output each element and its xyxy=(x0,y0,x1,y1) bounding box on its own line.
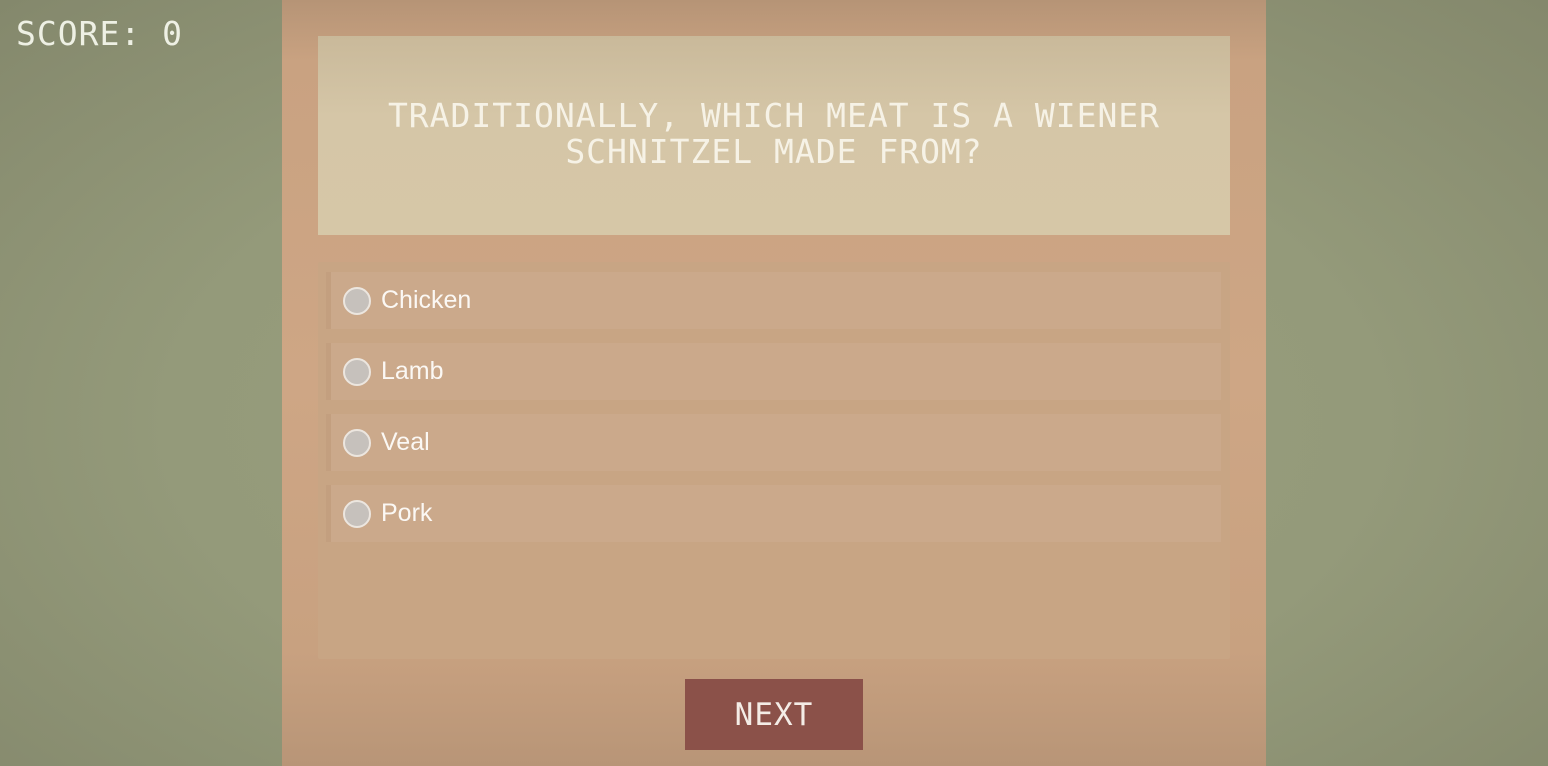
answer-label: Veal xyxy=(381,428,430,456)
answer-option-veal[interactable]: Veal xyxy=(326,414,1221,471)
answer-option-pork[interactable]: Pork xyxy=(326,485,1221,542)
answer-option-lamb[interactable]: Lamb xyxy=(326,343,1221,400)
next-button[interactable]: NEXT xyxy=(685,679,863,750)
radio-button[interactable] xyxy=(343,428,371,457)
question-text: TRADITIONALLY, WHICH MEAT IS A WIENER SC… xyxy=(387,95,1161,171)
score-display: SCORE: 0 xyxy=(16,14,183,53)
answers-list: Chicken Lamb Veal Pork xyxy=(318,262,1230,659)
question-box: TRADITIONALLY, WHICH MEAT IS A WIENER SC… xyxy=(318,36,1230,235)
quiz-panel: TRADITIONALLY, WHICH MEAT IS A WIENER SC… xyxy=(282,0,1266,766)
answer-label: Pork xyxy=(381,499,433,527)
radio-button[interactable] xyxy=(343,286,371,315)
radio-button[interactable] xyxy=(343,499,371,528)
answer-option-chicken[interactable]: Chicken xyxy=(326,272,1221,329)
radio-button[interactable] xyxy=(343,357,371,386)
answer-label: Lamb xyxy=(381,357,444,385)
answer-label: Chicken xyxy=(381,286,472,314)
